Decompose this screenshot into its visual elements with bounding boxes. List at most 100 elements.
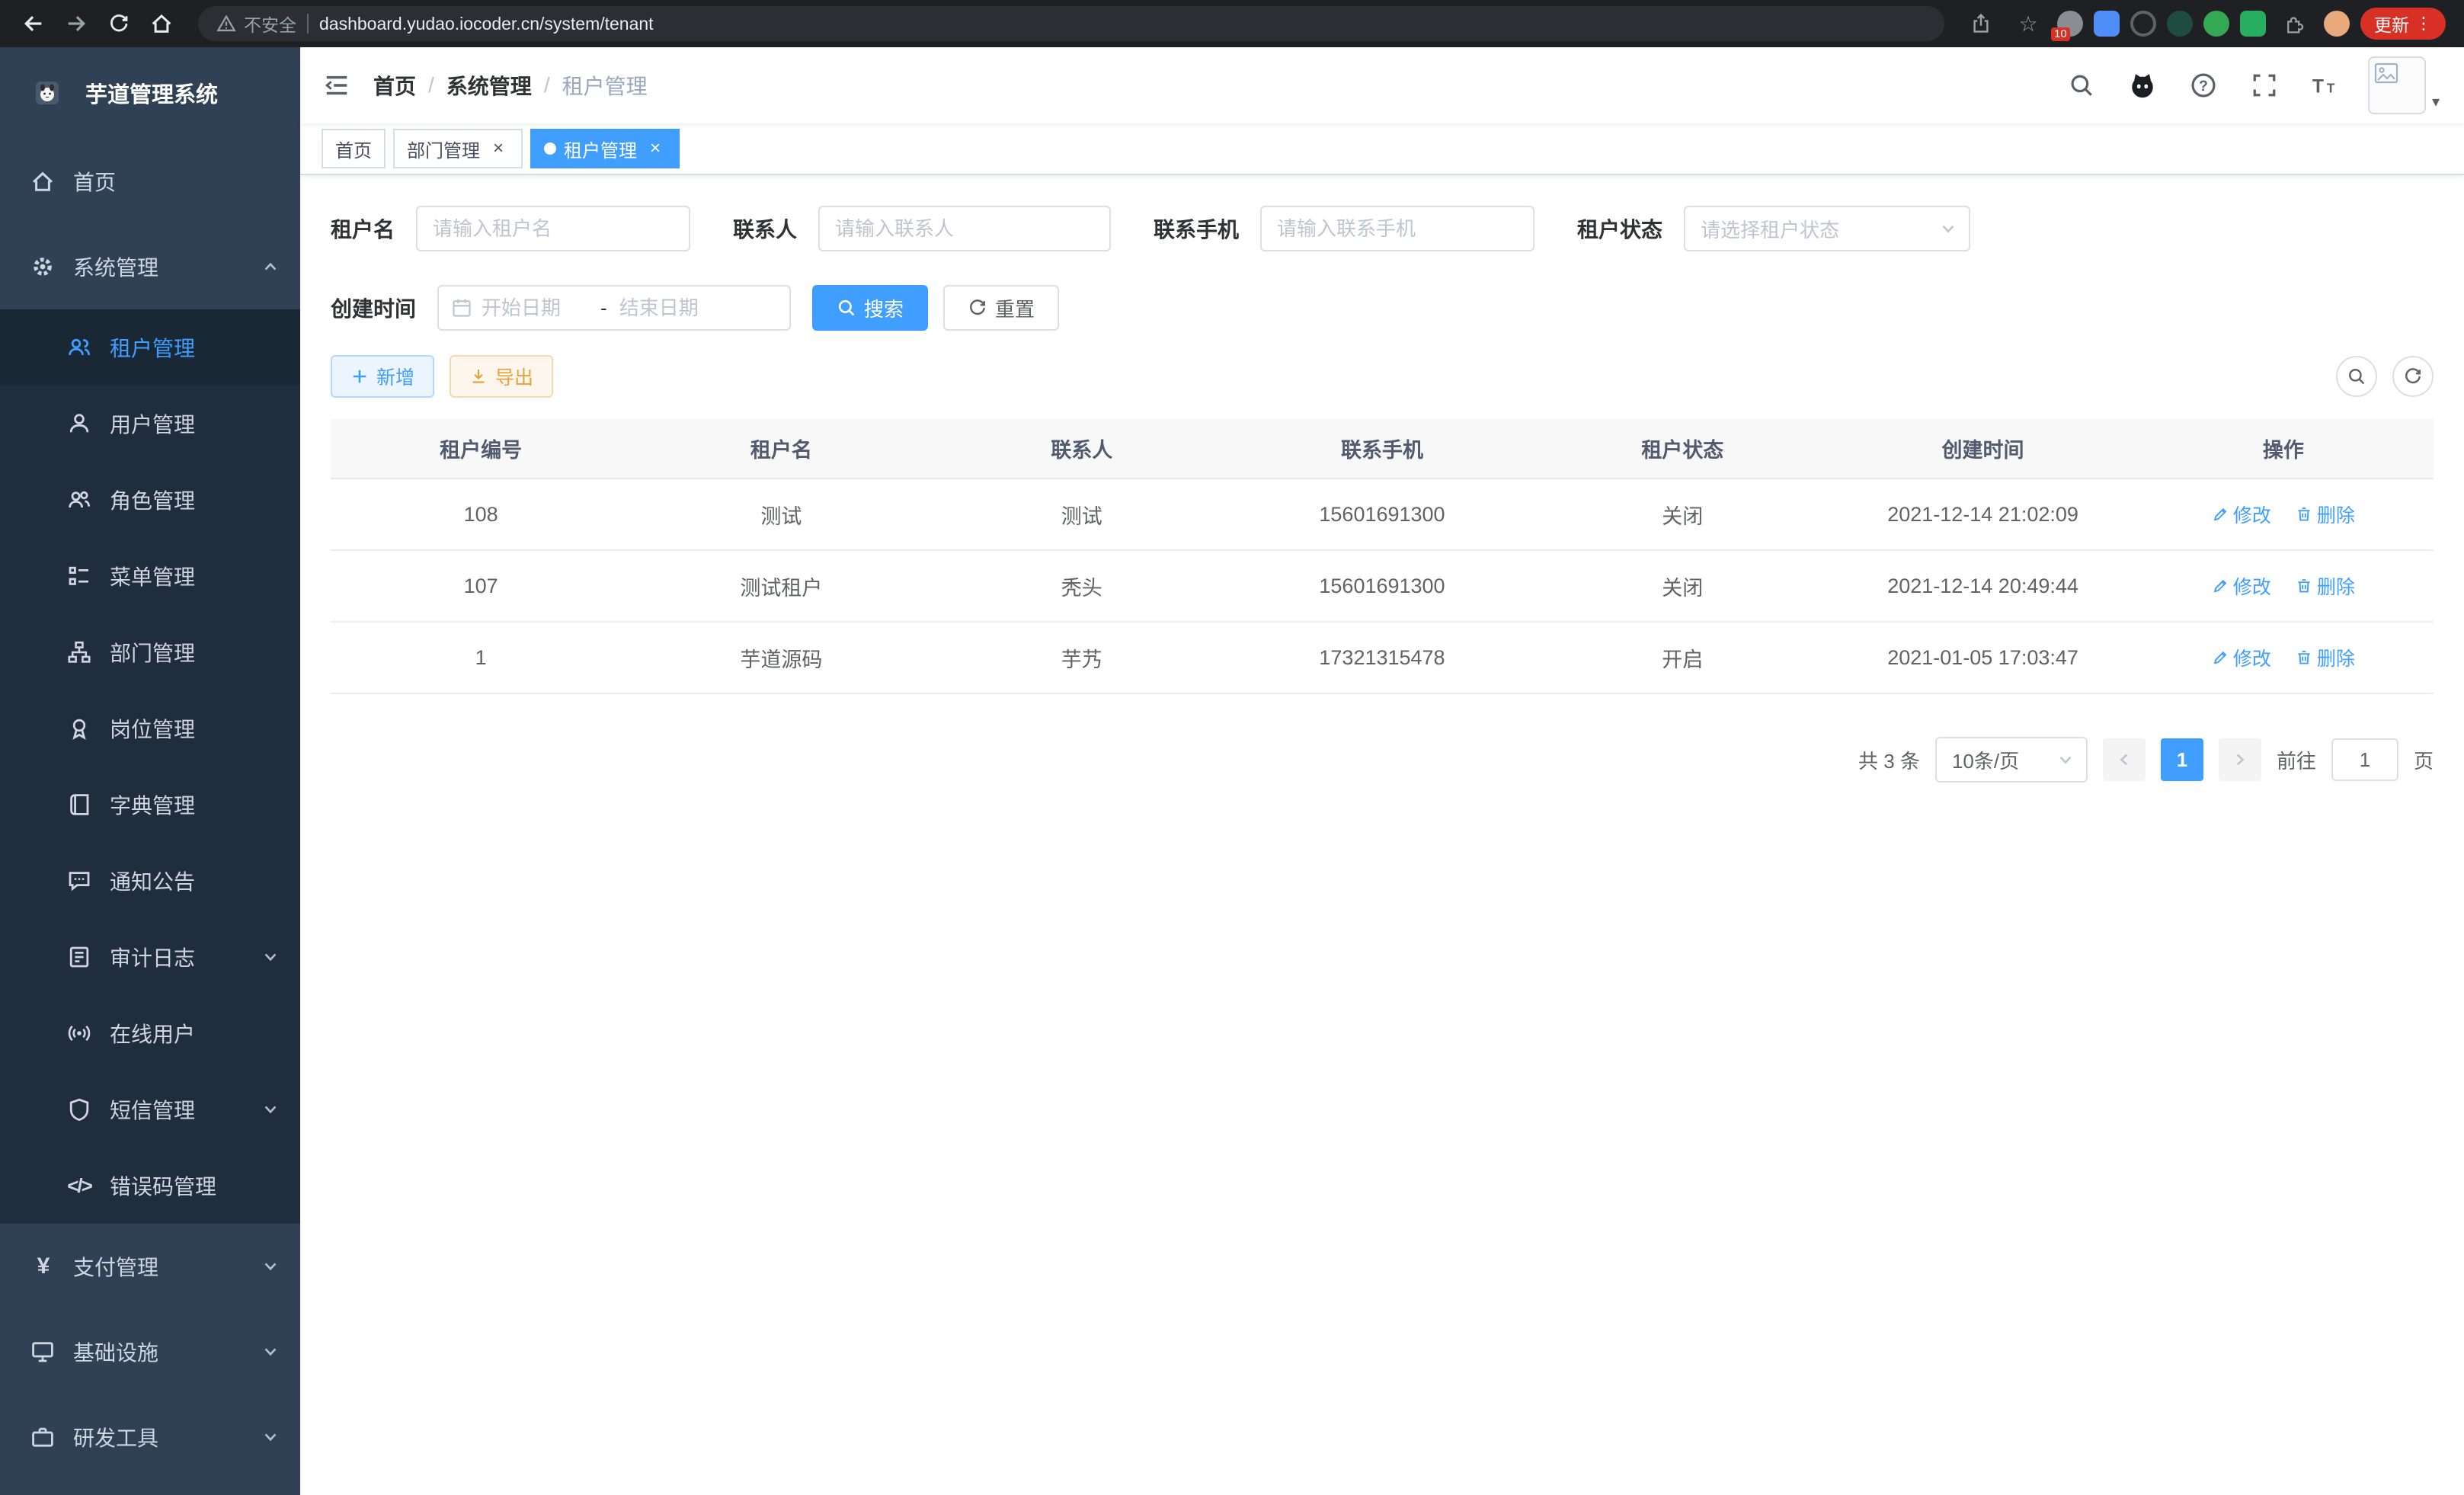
breadcrumb-home[interactable]: 首页 — [373, 70, 416, 101]
sidebar-item-label: 字典管理 — [110, 789, 195, 820]
sidebar-item-user[interactable]: 用户管理 — [0, 386, 300, 462]
table-row: 1 芋道源码 芋艿 17321315478 开启 2021-01-05 17:0… — [331, 622, 2434, 693]
sidebar-item-label: 短信管理 — [110, 1094, 195, 1125]
browser-menu-icon[interactable]: ⋮ — [2415, 14, 2432, 34]
sidebar-item-label: 错误码管理 — [110, 1170, 216, 1201]
extension-icon-6[interactable] — [2240, 11, 2266, 37]
fullscreen-icon[interactable] — [2246, 67, 2283, 104]
search-icon[interactable] — [2063, 67, 2100, 104]
browser-forward-icon[interactable] — [58, 5, 94, 42]
sidebar-item-payment[interactable]: ¥ 支付管理 — [0, 1224, 300, 1309]
avatar[interactable] — [2368, 56, 2426, 114]
extension-icon-3[interactable] — [2130, 11, 2156, 37]
contact-input[interactable] — [818, 206, 1111, 251]
sidebar-item-role[interactable]: 角色管理 — [0, 462, 300, 538]
extension-icon-5[interactable] — [2203, 11, 2229, 37]
browser-update-button[interactable]: 更新 ⋮ — [2360, 8, 2446, 40]
filter-status: 租户状态 请选择租户状态 — [1577, 206, 1970, 251]
table-toolbar: 新增 导出 — [331, 355, 2434, 398]
add-button[interactable]: 新增 — [331, 355, 434, 398]
site-security-chip[interactable]: 不安全 — [216, 11, 296, 37]
sidebar-item-notice[interactable]: 通知公告 — [0, 843, 300, 919]
sidebar: 芋道管理系统 首页 系统管理 — [0, 47, 300, 1495]
browser-refresh-icon[interactable] — [101, 5, 137, 42]
edit-link[interactable]: 修改 — [2212, 572, 2271, 600]
tab-dept[interactable]: 部门管理 × — [393, 129, 523, 168]
refresh-table-button[interactable] — [2392, 356, 2434, 397]
edit-link[interactable]: 修改 — [2212, 644, 2271, 671]
profile-avatar-icon[interactable] — [2324, 11, 2350, 37]
delete-link[interactable]: 删除 — [2296, 572, 2355, 600]
tab-home[interactable]: 首页 — [322, 129, 386, 168]
tenant-table: 租户编号 租户名 联系人 联系手机 租户状态 创建时间 操作 108 测试 — [331, 419, 2434, 694]
address-bar[interactable]: 不安全 dashboard.yudao.iocoder.cn/system/te… — [198, 6, 1944, 41]
add-label: 新增 — [376, 363, 414, 390]
current-page-button[interactable]: 1 — [2161, 738, 2203, 781]
caret-down-icon: ▾ — [2432, 92, 2440, 114]
sidebar-item-system[interactable]: 系统管理 — [0, 224, 300, 309]
sidebar-item-label: 部门管理 — [110, 637, 195, 667]
trash-icon — [2296, 649, 2312, 666]
sidebar-item-post[interactable]: 岗位管理 — [0, 690, 300, 767]
extension-icon-1[interactable]: 10 — [2057, 11, 2083, 37]
message-icon — [67, 869, 91, 893]
sidebar-item-menu[interactable]: 菜单管理 — [0, 538, 300, 614]
col-tenant-id: 租户编号 — [331, 419, 631, 479]
export-button[interactable]: 导出 — [450, 355, 553, 398]
sidebar-item-home[interactable]: 首页 — [0, 139, 300, 224]
sidebar-item-label: 研发工具 — [73, 1422, 158, 1452]
sidebar-item-errorcode[interactable]: </> 错误码管理 — [0, 1148, 300, 1224]
github-icon[interactable] — [2124, 67, 2161, 104]
edit-icon — [2212, 578, 2229, 594]
sidebar-item-devtools[interactable]: 研发工具 — [0, 1394, 300, 1480]
end-date-input[interactable] — [619, 296, 726, 320]
mobile-input[interactable] — [1260, 206, 1534, 251]
search-label: 搜索 — [864, 294, 904, 322]
prev-page-button[interactable] — [2103, 738, 2146, 781]
sidebar-item-label: 支付管理 — [73, 1251, 158, 1282]
extension-icon-2[interactable] — [2094, 11, 2120, 37]
sidebar-logo[interactable]: 芋道管理系统 — [0, 47, 300, 139]
sidebar-item-label: 岗位管理 — [110, 713, 195, 744]
breadcrumb-system[interactable]: 系统管理 — [446, 70, 532, 101]
font-size-icon[interactable]: TT — [2307, 67, 2344, 104]
tenant-name-input[interactable] — [416, 206, 690, 251]
sidebar-item-dept[interactable]: 部门管理 — [0, 614, 300, 690]
search-button[interactable]: 搜索 — [812, 285, 928, 331]
reset-button[interactable]: 重置 — [943, 285, 1059, 331]
sidebar-item-dict[interactable]: 字典管理 — [0, 767, 300, 843]
share-icon[interactable] — [1963, 5, 1999, 42]
users-icon — [67, 335, 91, 360]
goto-page-input[interactable] — [2331, 738, 2398, 781]
roles-icon — [67, 488, 91, 512]
start-date-input[interactable] — [482, 296, 588, 320]
next-page-button[interactable] — [2219, 738, 2261, 781]
help-icon[interactable]: ? — [2185, 67, 2222, 104]
browser-back-icon[interactable] — [15, 5, 52, 42]
page-size-select[interactable]: 10条/页 — [1935, 737, 2088, 783]
close-icon[interactable]: × — [645, 138, 666, 159]
tab-tenant[interactable]: 租户管理 × — [530, 129, 680, 168]
close-icon[interactable]: × — [488, 138, 509, 159]
tab-label: 租户管理 — [564, 136, 637, 162]
delete-link[interactable]: 删除 — [2296, 644, 2355, 671]
sidebar-item-tenant[interactable]: 租户管理 — [0, 309, 300, 386]
sidebar-item-audit-log[interactable]: 审计日志 — [0, 919, 300, 995]
logo-image — [24, 70, 70, 116]
sidebar-collapse-icon[interactable] — [300, 47, 373, 123]
extensions-puzzle-icon[interactable] — [2277, 5, 2313, 42]
edit-link[interactable]: 修改 — [2212, 501, 2271, 528]
browser-home-icon[interactable] — [143, 5, 180, 42]
delete-link[interactable]: 删除 — [2296, 501, 2355, 528]
extension-icon-4[interactable] — [2167, 11, 2193, 37]
cell-name: 测试 — [631, 479, 931, 550]
status-select[interactable]: 请选择租户状态 — [1684, 206, 1970, 251]
user-menu[interactable]: ▾ — [2368, 56, 2440, 114]
book-icon — [67, 792, 91, 817]
bookmark-star-icon[interactable]: ☆ — [2010, 5, 2046, 42]
sidebar-item-infra[interactable]: 基础设施 — [0, 1309, 300, 1394]
date-range-picker[interactable]: - — [437, 285, 791, 331]
sidebar-item-online-users[interactable]: 在线用户 — [0, 995, 300, 1071]
sidebar-item-sms[interactable]: 短信管理 — [0, 1071, 300, 1148]
toggle-search-button[interactable] — [2336, 356, 2377, 397]
